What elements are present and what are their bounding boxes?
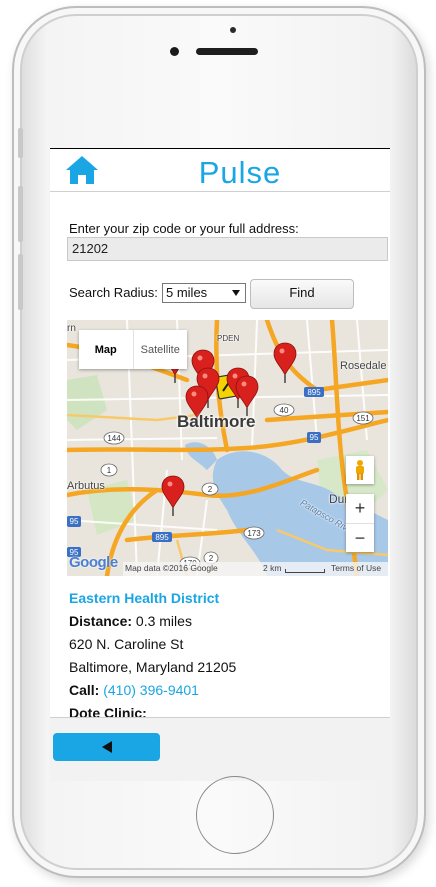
shield-label: 173 bbox=[247, 529, 261, 538]
bottom-toolbar bbox=[50, 717, 390, 781]
shield-label: 151 bbox=[356, 414, 370, 423]
clinic-street: 620 N. Caroline St bbox=[69, 636, 184, 652]
front-camera bbox=[170, 47, 179, 56]
zoom-in-button[interactable]: + bbox=[346, 494, 374, 524]
radius-select[interactable]: 5 miles bbox=[162, 283, 246, 303]
volume-down-button bbox=[18, 254, 23, 310]
map-type-satellite[interactable]: Satellite bbox=[132, 330, 188, 369]
clinic-city: Baltimore, Maryland 21205 bbox=[69, 659, 237, 675]
pegman-icon bbox=[356, 460, 364, 480]
shield-label: 95 bbox=[310, 433, 319, 442]
radius-label: Search Radius: bbox=[69, 285, 158, 300]
distance-value: 0.3 miles bbox=[135, 613, 192, 629]
place-label: PDEN bbox=[217, 334, 240, 343]
app-screen: Pulse Enter your zip code or your full a… bbox=[50, 148, 390, 781]
clinic-call: Call: (410) 396-9401 bbox=[69, 682, 199, 698]
app-header: Pulse bbox=[50, 149, 390, 192]
zoom-control: + − bbox=[346, 494, 374, 552]
map-scale-label: 2 km bbox=[263, 563, 282, 573]
terms-link[interactable]: Terms of Use bbox=[331, 563, 381, 573]
clinic-name[interactable]: Eastern Health District bbox=[69, 590, 219, 606]
shield-label: 2 bbox=[208, 485, 213, 494]
address-label: Enter your zip code or your full address… bbox=[69, 221, 299, 236]
map-scale-bar bbox=[285, 569, 325, 573]
shield-label: 895 bbox=[155, 533, 169, 542]
city-label: Baltimore bbox=[177, 412, 256, 431]
shield-label: 95 bbox=[70, 517, 79, 526]
distance-label: Distance: bbox=[69, 613, 133, 629]
address-input[interactable]: 21202 bbox=[67, 237, 388, 261]
pegman-control[interactable] bbox=[346, 456, 374, 484]
clinic-distance: Distance: 0.3 miles bbox=[69, 613, 192, 629]
map-data-credit: Map data ©2016 Google bbox=[125, 563, 218, 573]
radius-selected-value: 5 miles bbox=[166, 285, 208, 300]
back-arrow-icon bbox=[101, 741, 112, 753]
find-button[interactable]: Find bbox=[250, 279, 354, 309]
place-label: Rosedale bbox=[340, 360, 387, 372]
map-view[interactable]: 895 40 151 144 1 95 2 173 895 170 95 2 9… bbox=[67, 320, 388, 576]
place-label: Arbutus bbox=[67, 480, 105, 492]
place-label: rn bbox=[67, 323, 76, 334]
back-button[interactable] bbox=[53, 733, 160, 761]
dropdown-arrow-icon bbox=[232, 290, 240, 296]
proximity-sensor bbox=[230, 27, 236, 33]
mute-switch bbox=[18, 128, 23, 158]
map-type-map[interactable]: Map bbox=[79, 330, 133, 369]
zoom-out-button[interactable]: − bbox=[346, 524, 374, 553]
map-type-control: Map Satellite bbox=[79, 330, 187, 369]
earpiece-speaker bbox=[196, 48, 258, 55]
shield-label: 895 bbox=[307, 388, 321, 397]
phone-link[interactable]: (410) 396-9401 bbox=[103, 682, 199, 698]
app-title: Pulse bbox=[198, 155, 282, 190]
phone-home-button[interactable] bbox=[196, 776, 274, 854]
volume-up-button bbox=[18, 186, 23, 242]
shield-label: 1 bbox=[107, 466, 112, 475]
next-section-heading: Dote Clinic: bbox=[69, 705, 147, 717]
google-logo: Google bbox=[69, 554, 118, 571]
shield-label: 144 bbox=[107, 434, 121, 443]
shield-label: 40 bbox=[280, 406, 289, 415]
call-label: Call: bbox=[69, 682, 100, 698]
